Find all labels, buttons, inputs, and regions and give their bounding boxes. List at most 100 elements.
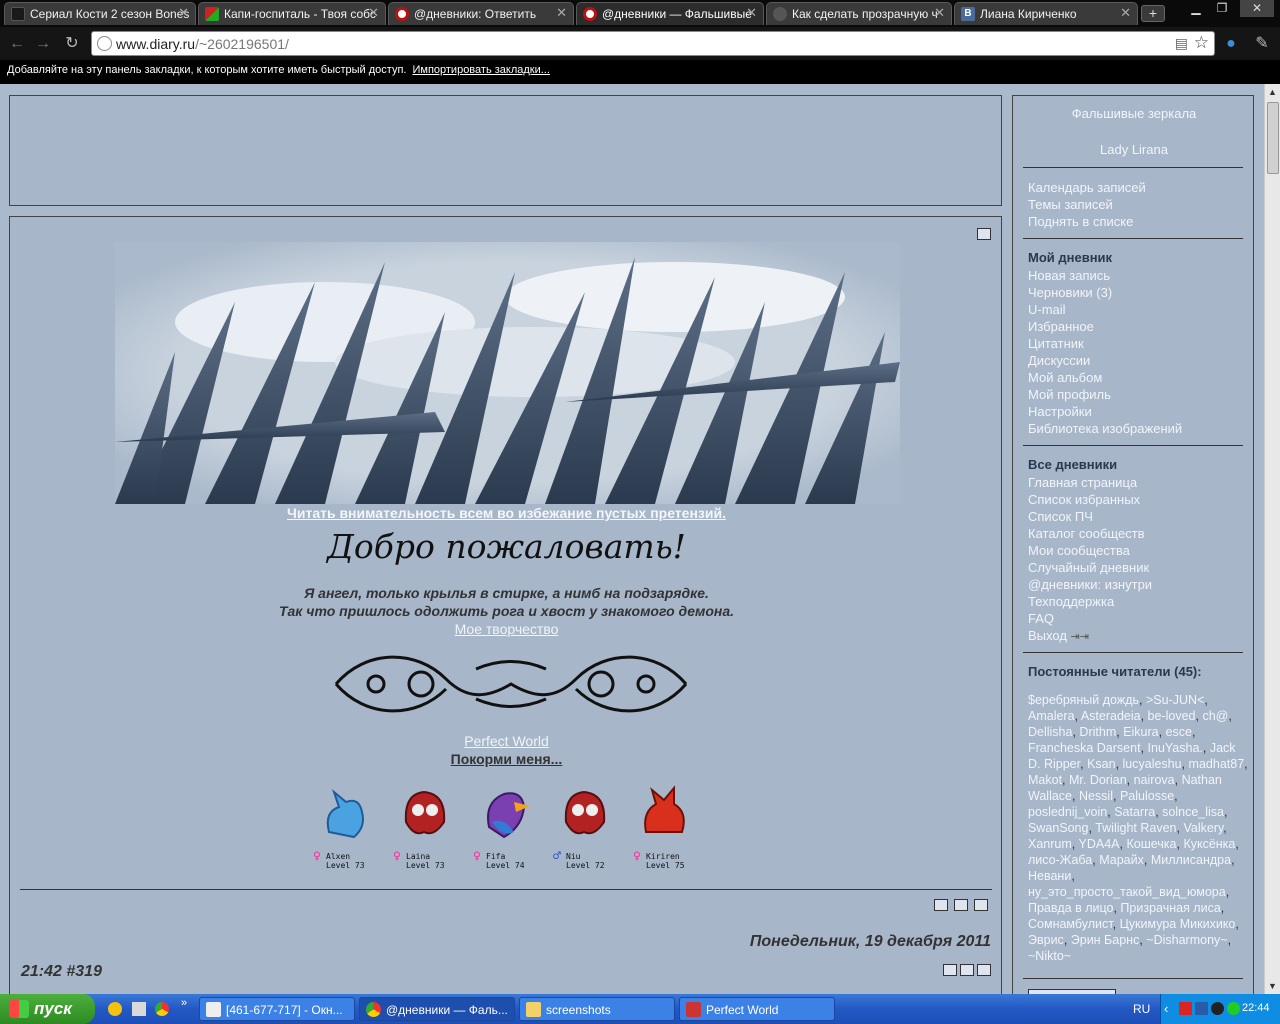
tab-kapi[interactable]: Капи-госпиталь - Твоя собс ✕ — [198, 2, 386, 25]
reader-link[interactable]: Twilight Raven — [1095, 821, 1176, 835]
pet-niu-image[interactable] — [554, 782, 614, 842]
tab-vk[interactable]: В Лиана Кириченко ✕ — [954, 2, 1138, 25]
pet-alxen-image[interactable] — [314, 782, 374, 842]
sidebar-link-raise[interactable]: Поднять в списке — [1028, 213, 1133, 230]
reader-link[interactable]: Drithm — [1079, 725, 1116, 739]
forward-icon[interactable]: → — [33, 34, 53, 54]
address-bar[interactable]: www.diary.ru/~2602196501/ ▤ ☆ — [91, 31, 1215, 56]
delete-icon[interactable] — [960, 964, 974, 976]
close-icon[interactable]: ✕ — [368, 5, 379, 21]
sidebar-link-random[interactable]: Случайный дневник — [1028, 559, 1149, 576]
sidebar-link-calendar[interactable]: Календарь записей — [1028, 179, 1146, 196]
task-messenger[interactable]: [461-677-717] - Окн... — [199, 997, 355, 1021]
share-icon[interactable] — [934, 899, 948, 911]
reader-link[interactable]: Satarra — [1114, 805, 1155, 819]
quicklaunch-icon[interactable] — [132, 1002, 146, 1016]
perfect-world-link[interactable]: Perfect World — [10, 733, 1003, 749]
reader-link[interactable]: Ksan — [1087, 757, 1116, 771]
reader-link[interactable]: Palulosse — [1120, 789, 1174, 803]
back-icon[interactable]: ← — [7, 34, 27, 54]
close-icon[interactable]: ✕ — [934, 5, 945, 21]
reader-link[interactable]: лисо-Жаба — [1028, 853, 1092, 867]
sidebar-link-new-post[interactable]: Новая запись — [1028, 267, 1110, 284]
reader-link[interactable]: Призрачная лиса — [1120, 901, 1220, 915]
language-indicator[interactable]: RU — [1133, 1002, 1150, 1016]
edit-icon[interactable] — [977, 228, 991, 240]
sidebar-link-umail[interactable]: U-mail — [1028, 301, 1066, 318]
sidebar-link-support[interactable]: Техподдержка — [1028, 593, 1114, 610]
sidebar-link-logout[interactable]: Выход ⇥⇥ — [1028, 627, 1089, 646]
post-time[interactable]: 21:42 #319 — [21, 963, 102, 981]
reader-link[interactable]: Кошечка — [1126, 837, 1176, 851]
reader-link[interactable]: Правда в лицо — [1028, 901, 1113, 915]
sidebar-link-settings[interactable]: Настройки — [1028, 403, 1092, 420]
sidebar-link-favorites[interactable]: Избранное — [1028, 318, 1094, 335]
network-icon[interactable] — [1195, 1002, 1208, 1015]
reader-link[interactable]: InuYasha. — [1148, 741, 1203, 755]
reader-link[interactable]: ch@ — [1202, 709, 1228, 723]
edit-icon[interactable] — [977, 964, 991, 976]
icq-icon[interactable] — [1227, 1002, 1240, 1015]
chevron-right-icon[interactable]: » — [181, 997, 187, 1009]
reader-link[interactable]: Xanrum — [1028, 837, 1072, 851]
pet-laina-image[interactable] — [394, 782, 454, 842]
reader-link[interactable]: ~Nikto~ — [1028, 949, 1071, 963]
window-icon[interactable] — [954, 899, 968, 911]
vertical-scrollbar[interactable]: ▲ ▼ — [1264, 84, 1280, 994]
reader-link[interactable]: Nessil — [1079, 789, 1113, 803]
diary-title[interactable]: Фальшивые зеркала — [1013, 106, 1255, 121]
quote-icon[interactable] — [943, 964, 957, 976]
reader-link[interactable]: Эврис — [1028, 933, 1064, 947]
windows-icon[interactable] — [974, 899, 988, 911]
new-tab-button[interactable]: + — [1141, 5, 1165, 22]
reader-link[interactable]: Куксёнка — [1183, 837, 1235, 851]
star-icon[interactable]: ☆ — [1194, 33, 1209, 53]
close-icon[interactable]: ✕ — [556, 5, 567, 21]
scroll-thumb[interactable] — [1267, 102, 1279, 174]
import-bookmarks-link[interactable]: Импортировать закладки... — [412, 64, 549, 76]
quicklaunch-icon[interactable] — [108, 1002, 122, 1016]
sidebar-link-discussions[interactable]: Дискуссии — [1028, 352, 1090, 369]
feed-me-link[interactable]: Покорми меня... — [10, 751, 1003, 767]
sidebar-link-image-library[interactable]: Библиотека изображений — [1028, 420, 1182, 437]
pet-fifa-image[interactable] — [474, 782, 534, 842]
reader-link[interactable]: Dellisha — [1028, 725, 1072, 739]
task-game[interactable]: Perfect World — [679, 997, 835, 1021]
my-diary-header[interactable]: Мой дневник — [1028, 250, 1112, 265]
reader-link[interactable]: madhat87 — [1189, 757, 1245, 771]
antivirus-icon[interactable] — [1179, 1002, 1192, 1015]
window-close-button[interactable]: ✕ — [1240, 0, 1274, 17]
reader-link[interactable]: Марайх — [1099, 853, 1144, 867]
reader-link[interactable]: Amalera — [1028, 709, 1075, 723]
reader-link[interactable]: SwanSong — [1028, 821, 1088, 835]
scroll-down-icon[interactable]: ▼ — [1265, 978, 1280, 994]
reader-link[interactable]: Makot — [1028, 773, 1062, 787]
steam-icon[interactable] — [1211, 1002, 1224, 1015]
reader-link[interactable]: YDA4A — [1079, 837, 1120, 851]
reader-link[interactable]: Francheska Darsent — [1028, 741, 1141, 755]
reader-link[interactable]: Невани — [1028, 869, 1071, 883]
reader-link[interactable]: Цукимура Микихико — [1120, 917, 1236, 931]
reader-link[interactable]: lucyaleshu — [1123, 757, 1182, 771]
reader-link[interactable]: Mr. Dorian — [1069, 773, 1127, 787]
reader-link[interactable]: esce — [1166, 725, 1192, 739]
reader-link[interactable]: poslednij_voin — [1028, 805, 1107, 819]
task-folder[interactable]: screenshots — [519, 997, 675, 1021]
scroll-up-icon[interactable]: ▲ — [1265, 84, 1280, 100]
reader-link[interactable]: >Su-JUN< — [1146, 693, 1204, 707]
sidebar-link-inside[interactable]: @дневники: изнутри — [1028, 576, 1152, 593]
sidebar-link-topics[interactable]: Темы записей — [1028, 196, 1113, 213]
close-icon[interactable]: ✕ — [178, 5, 189, 21]
start-button[interactable]: пуск — [0, 994, 95, 1024]
sidebar-link-drafts[interactable]: Черновики (3) — [1028, 284, 1112, 301]
clock[interactable]: 22:44 — [1242, 1002, 1270, 1014]
reader-link[interactable]: Asteradeia — [1081, 709, 1141, 723]
minimize-button[interactable]: ▁ — [1183, 0, 1209, 17]
tab-transparent[interactable]: Как сделать прозрачную ч ✕ — [766, 2, 952, 25]
maximize-button[interactable]: ❐ — [1209, 0, 1235, 17]
chrome-icon[interactable] — [155, 1002, 169, 1016]
sidebar-link-profile[interactable]: Мой профиль — [1028, 386, 1111, 403]
sidebar-link-quotes[interactable]: Цитатник — [1028, 335, 1084, 352]
close-icon[interactable]: ✕ — [746, 5, 757, 21]
all-diaries-header[interactable]: Все дневники — [1028, 457, 1117, 472]
